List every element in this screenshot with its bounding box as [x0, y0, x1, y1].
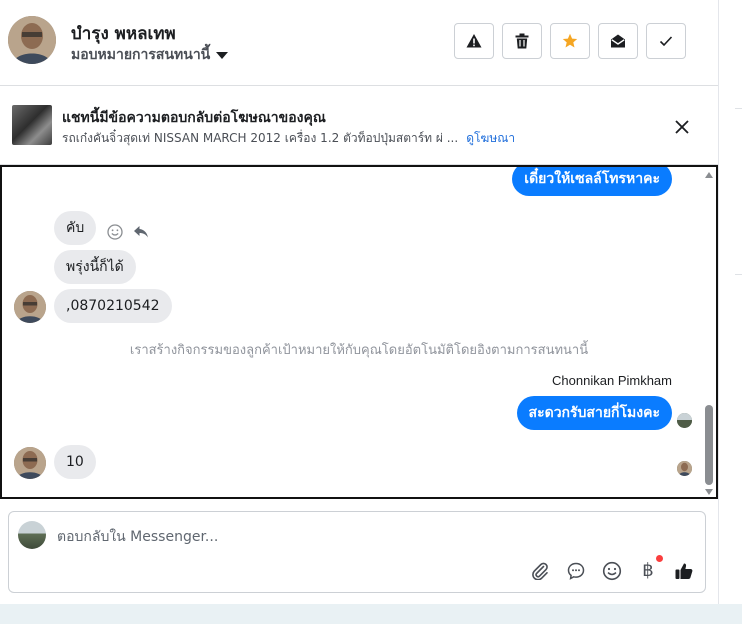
- mark-spam-button[interactable]: [454, 23, 494, 59]
- paperclip-icon: [532, 562, 548, 580]
- contact-avatar[interactable]: [8, 16, 56, 64]
- scroll-thumb[interactable]: [705, 405, 713, 485]
- delete-conversation-button[interactable]: [502, 23, 542, 59]
- check-icon: [659, 36, 673, 47]
- emoji-button[interactable]: [601, 560, 623, 582]
- ad-banner-title: แชทนี้มีข้อความตอบกลับต่อโฆษณาของคุณ: [62, 110, 326, 126]
- emoji-icon: [602, 561, 622, 581]
- divider: [735, 274, 742, 275]
- contact-avatar-small[interactable]: [14, 447, 46, 479]
- assign-label: มอบหมายการสนทนานี้: [71, 47, 211, 63]
- message-bubble-incoming[interactable]: ,0870210542: [54, 289, 172, 323]
- caret-down-icon: [216, 51, 229, 59]
- read-receipt-avatar: [677, 413, 692, 428]
- notification-dot: [656, 555, 663, 562]
- seen-by-contact-avatar: [677, 461, 692, 476]
- close-icon: [675, 120, 689, 134]
- envelope-open-icon: [611, 34, 625, 48]
- reply-composer: ฿: [8, 511, 706, 593]
- saved-reply-icon: [567, 562, 585, 580]
- ad-thumbnail[interactable]: [12, 105, 52, 145]
- message-bubble-outgoing[interactable]: สะดวกรับสายกี่โมงคะ: [516, 396, 672, 430]
- page-bottom-background: [0, 604, 742, 624]
- react-emoji-icon[interactable]: [106, 223, 124, 241]
- contact-name[interactable]: บำรุง พหลเทพ: [71, 20, 176, 47]
- mark-done-button[interactable]: [646, 23, 686, 59]
- scroll-down-arrow-icon[interactable]: [705, 489, 713, 495]
- mark-unread-button[interactable]: [598, 23, 638, 59]
- contact-avatar-small[interactable]: [14, 291, 46, 323]
- conversation-header: บำรุง พหลเทพ มอบหมายการสนทนานี้: [0, 0, 718, 86]
- ad-description: รถเก๋งคันจิ๋วสุดเท่ NISSAN MARCH 2012 เค…: [62, 131, 459, 145]
- message-bubble-incoming[interactable]: พรุ่งนี้ก็ได้: [54, 250, 136, 284]
- close-banner-button[interactable]: [672, 117, 692, 137]
- message-thread[interactable]: เดี๋ยวให้เซลล์โทรหาคะ คับ พรุ่งนี้ก็ได้ …: [0, 165, 718, 499]
- ad-reply-banner: แชทนี้มีข้อความตอบกลับต่อโฆษณาของคุณ รถเ…: [0, 87, 718, 165]
- trash-icon: [515, 33, 529, 49]
- reply-input[interactable]: [57, 526, 677, 548]
- view-ad-link[interactable]: ดูโฆษณา: [466, 131, 515, 145]
- follow-up-button[interactable]: [550, 23, 590, 59]
- ad-banner-subtitle: รถเก๋งคันจิ๋วสุดเท่ NISSAN MARCH 2012 เค…: [62, 129, 515, 148]
- reply-icon[interactable]: [132, 223, 150, 241]
- inbox-conversation-panel: บำรุง พหลเทพ มอบหมายการสนทนานี้ แชทนี้มี…: [0, 0, 718, 624]
- assign-conversation-dropdown[interactable]: มอบหมายการสนทนานี้: [71, 44, 229, 66]
- agent-sender-name: Chonnikan Pimkham: [552, 373, 672, 388]
- payment-icon: ฿: [642, 560, 654, 581]
- thread-scrollbar[interactable]: [704, 169, 714, 497]
- message-bubble-incoming[interactable]: 10: [54, 445, 96, 479]
- system-activity-note: เราสร้างกิจกรรมของลูกค้าเป้าหมายให้กับคุ…: [129, 343, 589, 358]
- scroll-up-arrow-icon[interactable]: [705, 172, 713, 178]
- message-bubble-incoming[interactable]: คับ: [54, 211, 97, 245]
- send-like-button[interactable]: [673, 560, 695, 582]
- star-icon: [562, 33, 578, 48]
- attach-file-button[interactable]: [529, 560, 551, 582]
- message-bubble-outgoing[interactable]: เดี๋ยวให้เซลล์โทรหาคะ: [512, 167, 672, 196]
- right-panel-edge: [718, 0, 742, 624]
- saved-replies-button[interactable]: [565, 560, 587, 582]
- page-avatar: [18, 521, 46, 549]
- thumbs-up-icon: [675, 563, 693, 579]
- warning-icon: [466, 34, 482, 48]
- divider: [735, 108, 742, 109]
- payment-request-button[interactable]: ฿: [637, 555, 663, 582]
